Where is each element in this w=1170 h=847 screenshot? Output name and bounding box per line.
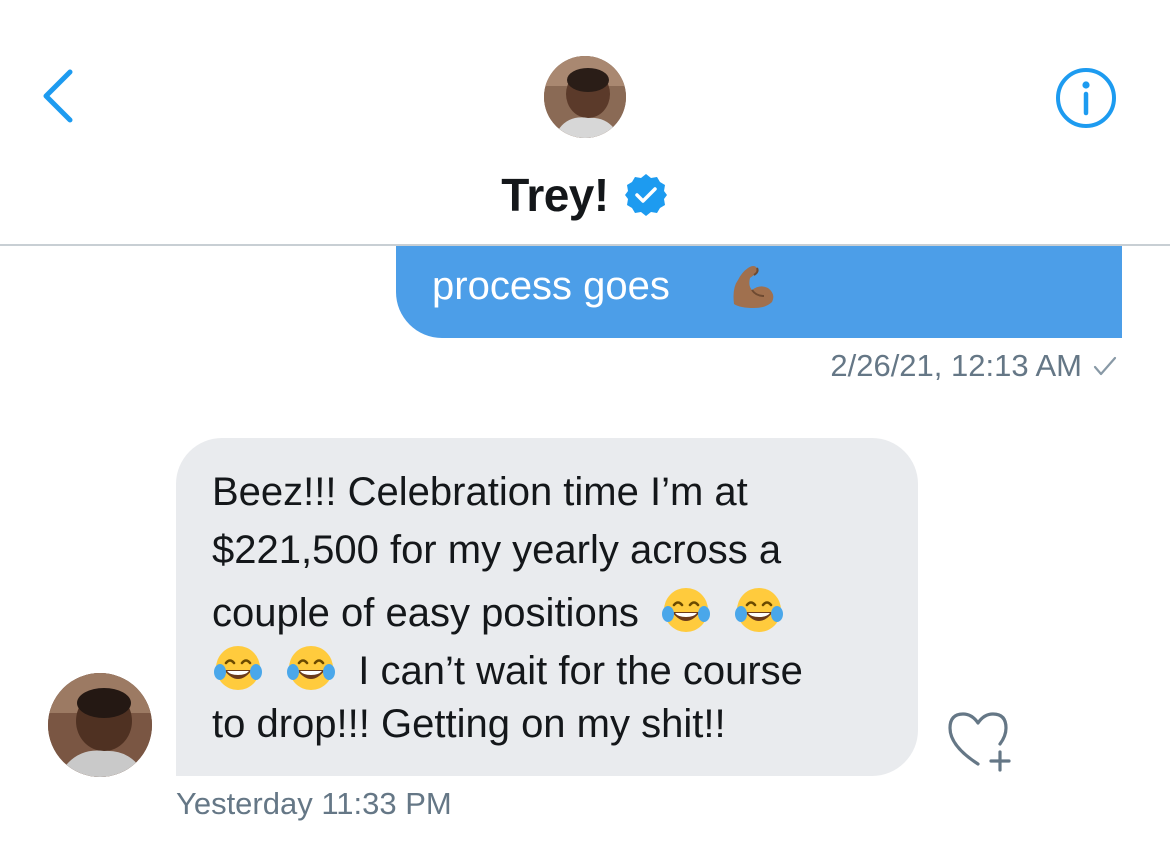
info-button[interactable] [1054,66,1118,130]
incoming-timestamp: Yesterday 11:33 PM [176,786,452,821]
outgoing-message-meta: 2/26/21, 12:13 AM [830,348,1118,384]
incoming-message-line-3: couple of easy positions [212,591,639,635]
tears-of-joy-emoji-icon [214,646,262,690]
incoming-message-line-3-wrap: couple of easy positions [212,584,795,637]
sent-check-icon [1093,356,1117,376]
contact-name-row[interactable]: Trey! [0,165,1170,225]
tears-of-joy-emoji-icon [735,588,784,632]
outgoing-timestamp: 2/26/21, 12:13 AM [830,348,1082,383]
flexed-biceps-emoji-icon [733,266,774,308]
incoming-message-line-5: to drop!!! Getting on my shit!! [212,702,726,746]
incoming-message-line-4-wrap: I can’t wait for the course [212,642,803,695]
heart-plus-icon [948,712,1011,772]
info-icon [1056,68,1116,128]
incoming-message-line-4: I can’t wait for the course [358,649,803,693]
outgoing-message-text: process goes [432,264,670,308]
incoming-message-bubble[interactable]: Beez!!! Celebration time I’m at $221,500… [176,438,918,776]
sender-avatar[interactable] [48,673,152,777]
back-button[interactable] [38,66,82,126]
contact-avatar[interactable] [544,56,626,138]
contact-name: Trey! [501,169,609,221]
conversation-header: Trey! [0,0,1170,246]
chevron-left-icon [43,69,73,123]
incoming-message-line-1: Beez!!! Celebration time I’m at [212,470,748,514]
verified-badge-icon [624,174,667,216]
tears-of-joy-emoji-icon [662,588,711,632]
tears-of-joy-emoji-icon [287,646,336,690]
like-message-button[interactable] [944,708,1018,774]
incoming-message-line-2: $221,500 for my yearly across a [212,528,782,572]
